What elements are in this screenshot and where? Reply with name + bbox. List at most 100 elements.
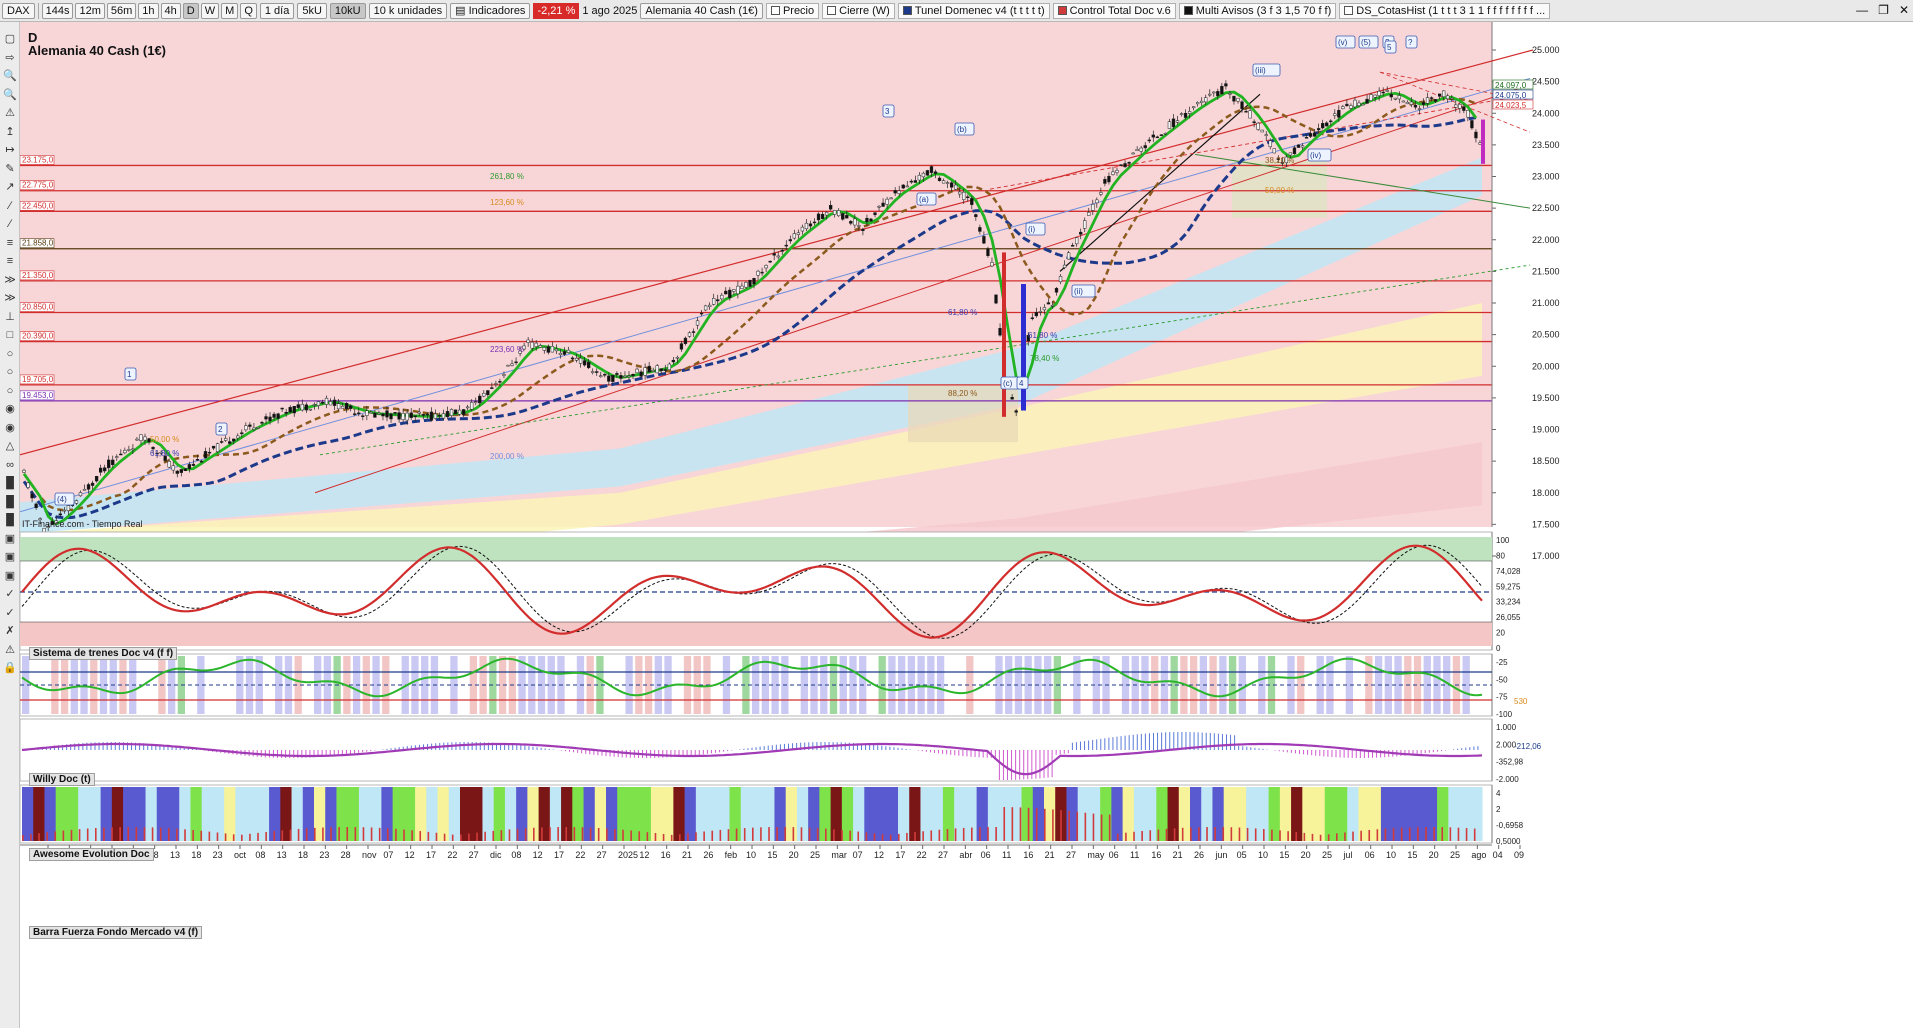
indicators-button[interactable]: ▤ Indicadores: [450, 2, 531, 19]
indicator-chip[interactable]: Precio: [765, 2, 820, 19]
barra-red-bar: [906, 832, 908, 841]
drawing-tool-icon[interactable]: ⇨: [3, 51, 17, 65]
toolbar: DAX 144s 12m 56m 1h 4h D W M Q 1 día 5kU 10kU 10…: [0, 0, 1913, 22]
drawing-tool-icon[interactable]: ◉: [3, 421, 17, 435]
wave-label: 2: [218, 425, 223, 434]
drawing-tool-icon[interactable]: ⚠: [3, 643, 17, 657]
drawing-tool-icon[interactable]: █: [3, 495, 17, 509]
indicator-chip[interactable]: Control Total Doc v.6: [1052, 2, 1176, 19]
drawing-tool-icon[interactable]: ▣: [3, 532, 17, 546]
candle-body: [1470, 120, 1474, 129]
timeframe-button[interactable]: D: [182, 2, 199, 19]
drawing-tool-icon[interactable]: ↥: [3, 125, 17, 139]
candle-body: [1450, 98, 1454, 100]
timeframe-button[interactable]: 56m: [106, 2, 137, 19]
indicator-chip[interactable]: Multi Avisos (3 f 3 1,5 70 f f): [1178, 2, 1337, 19]
candle-body: [1038, 311, 1043, 313]
drawing-tool-icon[interactable]: ○: [3, 365, 17, 379]
drawing-tool-icon[interactable]: ✎: [3, 162, 17, 176]
symbol-selector[interactable]: DAX: [2, 2, 35, 19]
fib-label: 38,20 %: [1265, 156, 1294, 165]
fib-label: 61,80 %: [1028, 331, 1057, 340]
price-tick-label: 20.000: [1532, 361, 1560, 371]
candle-body: [514, 361, 518, 364]
drawing-tool-icon[interactable]: ≡: [3, 254, 17, 268]
units-10k-button[interactable]: 10kU: [329, 2, 366, 19]
candle-body: [776, 255, 780, 258]
barra-segment: [291, 787, 304, 841]
drawing-tool-icon[interactable]: █: [3, 513, 17, 527]
barra-red-bar: [1263, 828, 1265, 841]
close-icon[interactable]: ✕: [1899, 3, 1909, 17]
indicator-chip[interactable]: Tunel Domenec v4 (t t t t t): [897, 2, 1050, 19]
period-select[interactable]: 1 día: [259, 2, 295, 19]
candle-body: [26, 482, 30, 488]
timeframe-button[interactable]: 4h: [160, 2, 181, 19]
drawing-tool-icon[interactable]: ∞: [3, 458, 17, 472]
drawing-tool-icon[interactable]: ▣: [3, 569, 17, 583]
drawing-tool-icon[interactable]: ○: [3, 384, 17, 398]
drawing-tool-icon[interactable]: ↦: [3, 143, 17, 157]
barra-red-bar: [541, 827, 543, 841]
candle-body: [607, 375, 611, 382]
drawing-tool-icon[interactable]: △: [3, 439, 17, 453]
candle-body: [1397, 95, 1401, 100]
restore-icon[interactable]: ❐: [1878, 3, 1889, 17]
drawing-tool-icon[interactable]: 🔒: [3, 661, 17, 675]
drawing-tool-icon[interactable]: ○: [3, 347, 17, 361]
drawing-tool-icon[interactable]: ◉: [3, 402, 17, 416]
barra-red-bar: [249, 833, 251, 841]
indicator-color-swatch: [902, 6, 912, 15]
price-tick-label: 23.500: [1532, 140, 1560, 150]
drawing-tool-icon[interactable]: ⚠: [3, 106, 17, 120]
barra-red-bar: [760, 827, 762, 841]
indicator-chip[interactable]: DS_CotasHist (1 t t t 3 1 1 f f f f f f …: [1339, 2, 1551, 19]
indicator-chip[interactable]: Cierre (W): [822, 2, 895, 19]
drawing-tool-icon[interactable]: ▢: [3, 32, 17, 46]
timeframe-button[interactable]: Q: [240, 2, 257, 19]
barra-segment: [684, 787, 697, 841]
drawing-tool-icon[interactable]: □: [3, 328, 17, 342]
timeframe-button[interactable]: 144s: [41, 2, 74, 19]
timeframe-button[interactable]: W: [200, 2, 220, 19]
candle-body: [752, 277, 756, 285]
drawing-tool-icon[interactable]: ↗: [3, 180, 17, 194]
barra-red-bar: [1190, 827, 1192, 841]
timeframe-button[interactable]: 12m: [75, 2, 105, 19]
candle-body: [703, 305, 708, 311]
drawing-tool-icon[interactable]: ∕: [3, 217, 17, 231]
drawing-tool-icon[interactable]: ✓: [3, 606, 17, 620]
drawing-tool-icon[interactable]: ✓: [3, 587, 17, 601]
barra-red-bar: [143, 827, 146, 841]
barra-red-bar: [1433, 827, 1435, 841]
barra-red-bar: [995, 827, 997, 841]
timeframe-button[interactable]: 1h: [138, 2, 159, 19]
barra-segment: [336, 787, 349, 841]
drawing-tool-icon[interactable]: ≫: [3, 291, 17, 305]
candle-body: [1264, 134, 1268, 136]
barra-red-bar: [557, 827, 559, 841]
drawing-tool-icon[interactable]: ⊥: [3, 310, 17, 324]
units-select[interactable]: 10 k unidades: [368, 2, 448, 19]
drawing-tool-icon[interactable]: ≫: [3, 273, 17, 287]
drawing-tool-icon[interactable]: 🔍: [3, 88, 17, 102]
candle-body: [1232, 95, 1236, 102]
timeframe-button[interactable]: M: [221, 2, 239, 19]
candle-body: [232, 438, 236, 442]
barra-segment: [1032, 787, 1045, 841]
drawing-tool-icon[interactable]: ✗: [3, 624, 17, 638]
drawing-tool-icon[interactable]: ∕: [3, 199, 17, 213]
candle-body: [768, 260, 772, 263]
drawing-tool-icon[interactable]: ≡: [3, 236, 17, 250]
drawing-tool-icon[interactable]: ▣: [3, 550, 17, 564]
chart-area[interactable]: 23.175,0 22.775,0 22.450,0 21.858,0 21.350,0…: [20, 22, 1913, 1028]
candle-body: [909, 180, 913, 183]
barra-red-bar: [297, 828, 300, 841]
units-5k-button[interactable]: 5kU: [297, 2, 327, 19]
candle-body: [296, 404, 300, 408]
drawing-tool-icon[interactable]: 🔍: [3, 69, 17, 83]
drawing-tool-icon[interactable]: █: [3, 476, 17, 490]
candle-body: [586, 361, 591, 369]
minimize-icon[interactable]: —: [1856, 3, 1868, 17]
barra-red-bar: [1425, 827, 1427, 841]
